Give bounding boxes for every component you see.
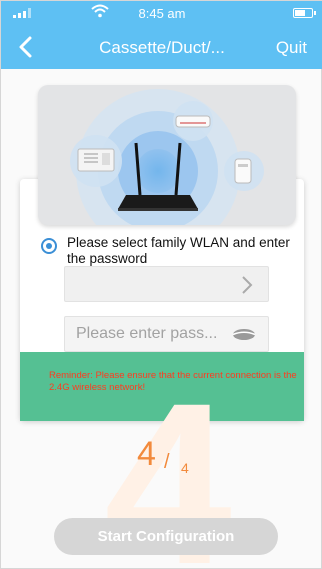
app-frame: 8:45 am Cassette/Duct/... Quit Please se… [0,0,322,569]
header: 8:45 am Cassette/Duct/... Quit [1,1,322,69]
battery-icon [293,8,316,18]
back-button[interactable] [15,35,37,59]
step-total: 4 [181,460,189,476]
chevron-left-icon [19,36,32,58]
split-ac-icon [173,101,213,141]
step-separator: / [164,451,170,473]
reminder-text: Reminder: Please ensure that the current… [49,370,297,393]
signal-ring-core [136,149,180,193]
password-input[interactable] [65,317,235,351]
router-illustration-graphic [70,89,264,225]
window-ac-icon [70,135,122,187]
wlan-select-field[interactable] [64,266,269,302]
nav-bar: Cassette/Duct/... Quit [1,25,322,69]
eye-icon[interactable] [232,328,256,341]
start-configuration-button[interactable]: Start Configuration [54,518,278,555]
wlan-radio[interactable] [41,238,57,254]
step-current: 4 [137,435,156,473]
password-field [64,316,269,352]
network-illustration [38,85,296,225]
status-time: 8:45 am [138,6,186,21]
wlan-prompt: Please select family WLAN and enter the … [67,235,290,266]
quit-button[interactable]: Quit [276,38,307,58]
chevron-right-icon [242,276,253,294]
dehumidifier-icon [224,151,264,191]
status-bar: 8:45 am [1,1,322,25]
page-title: Cassette/Duct/... [99,38,225,57]
battery-level [295,10,305,16]
